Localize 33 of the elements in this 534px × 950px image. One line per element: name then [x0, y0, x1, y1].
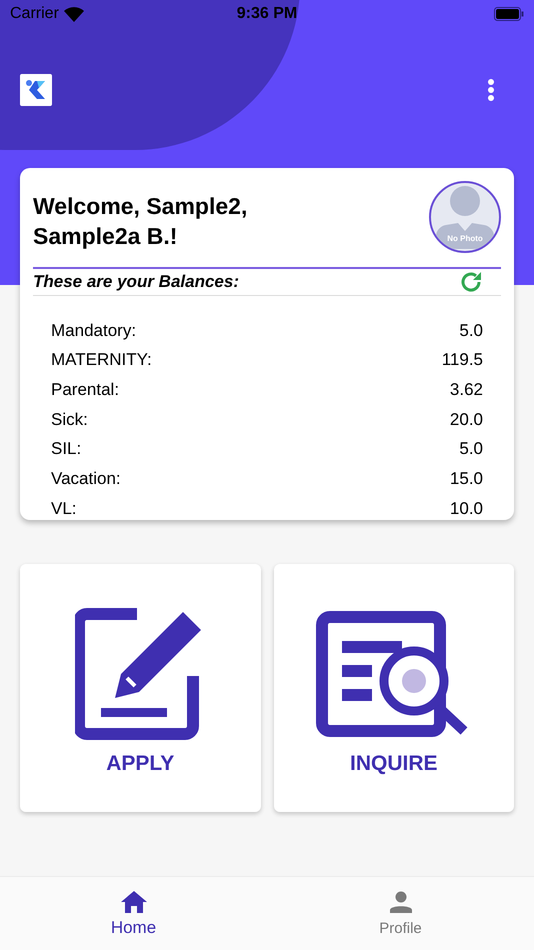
- app-logo[interactable]: [20, 74, 52, 106]
- person-icon: [390, 891, 412, 913]
- avatar-caption: No Photo: [447, 233, 483, 245]
- inquire-tile[interactable]: INQUIRE: [274, 564, 514, 812]
- balance-value: 10.0: [450, 498, 483, 520]
- nav-tab[interactable]: Profile: [267, 877, 534, 950]
- balance-value: 5.0: [459, 320, 483, 342]
- battery-icon: [494, 7, 524, 21]
- welcome-title: Welcome, Sample2, Sample2a B.!: [33, 192, 248, 251]
- nav-tab[interactable]: Home: [0, 877, 267, 950]
- tile-label: APPLY: [106, 751, 174, 777]
- balance-label: VL:: [51, 498, 77, 520]
- balance-label: Sick:: [51, 408, 88, 431]
- balance-value: 3.62: [450, 378, 483, 401]
- balances-heading: These are your Balances:: [33, 271, 239, 293]
- refresh-icon[interactable]: [459, 270, 483, 294]
- balance-label: Vacation:: [51, 468, 121, 490]
- status-time: 9:36 PM: [236, 4, 298, 24]
- wifi-icon: [64, 6, 84, 22]
- balance-label: MATERNITY:: [51, 349, 152, 372]
- more-menu-icon[interactable]: [488, 79, 494, 101]
- balance-label: Mandatory:: [51, 320, 136, 342]
- person-silhouette-icon: [436, 185, 494, 249]
- balance-value: 15.0: [450, 468, 483, 490]
- balance-label: Parental:: [51, 378, 120, 401]
- balance-value: 20.0: [450, 408, 483, 431]
- apply-tile[interactable]: APPLY: [20, 564, 260, 812]
- tile-label: INQUIRE: [350, 751, 438, 777]
- balance-label: SIL:: [51, 438, 82, 460]
- balance-value: 119.5: [442, 349, 483, 372]
- home-icon: [120, 891, 146, 913]
- carrier-label: Carrier: [10, 4, 59, 24]
- balance-value: 5.0: [459, 438, 483, 460]
